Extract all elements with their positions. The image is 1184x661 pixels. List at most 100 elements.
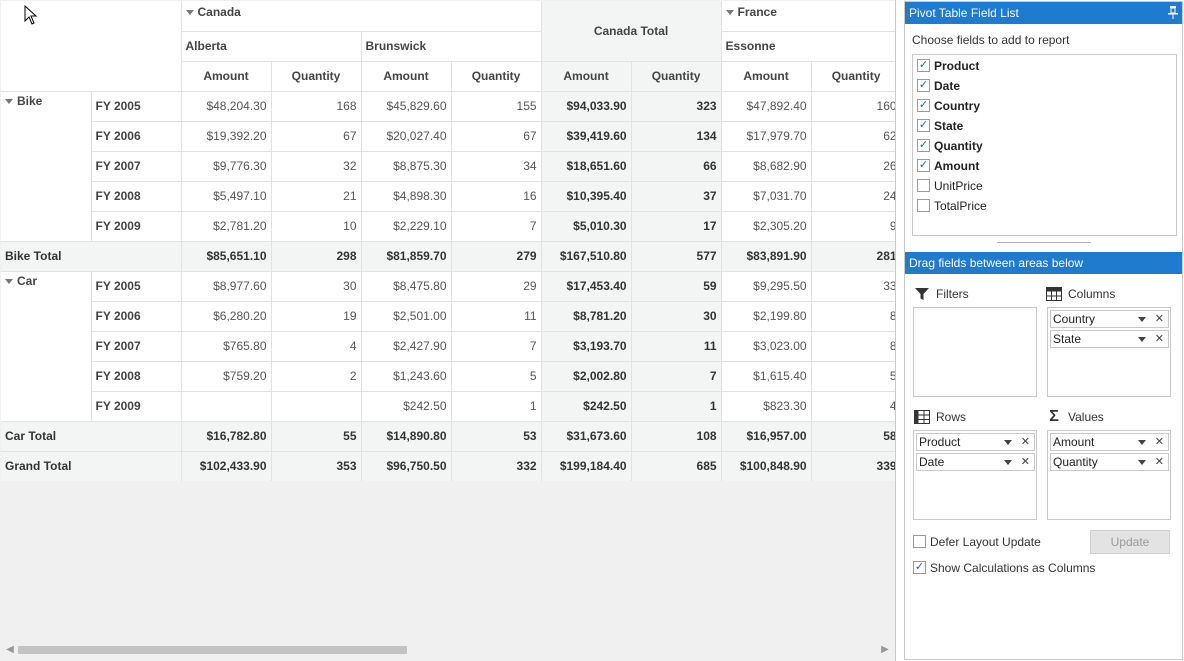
product-row-header[interactable]: Bike	[1, 91, 92, 242]
field-item[interactable]: UnitPrice	[917, 177, 983, 195]
update-button[interactable]: Update	[1090, 530, 1170, 554]
close-icon[interactable]: ✕	[1155, 331, 1164, 347]
value-cell: 37	[631, 181, 722, 212]
scroll-left-icon[interactable]: ◀	[4, 644, 16, 656]
product-row-header[interactable]: Car	[1, 271, 92, 422]
chip-label: Quantity	[1053, 455, 1098, 469]
collapse-triangle-icon[interactable]	[5, 278, 13, 284]
chevron-down-icon[interactable]	[1004, 440, 1012, 445]
defer-layout-checkbox[interactable]	[913, 535, 926, 549]
rows-icon	[914, 409, 930, 424]
value-cell: 66	[631, 151, 722, 182]
value-cell: 108	[631, 421, 722, 452]
scrollbar-thumb[interactable]	[18, 646, 407, 654]
total-row: Grand Total $102,433.90 353 $96,750.50 332 $1…	[1, 451, 895, 481]
field-checkbox[interactable]	[917, 179, 930, 193]
columns-field-chip[interactable]: Country ✕	[1050, 310, 1169, 328]
measure-header: Amount	[181, 61, 272, 92]
value-cell: $2,781.20	[181, 211, 272, 242]
collapse-triangle-icon[interactable]	[185, 10, 194, 16]
filters-drop-area[interactable]	[913, 307, 1037, 397]
field-checkbox[interactable]	[917, 199, 930, 213]
value-cell	[181, 391, 272, 422]
field-item[interactable]: ✓ Product	[917, 57, 979, 75]
value-cell: 30	[271, 271, 362, 302]
chip-label: State	[1053, 332, 1082, 346]
value-cell: 2	[271, 361, 362, 392]
field-item[interactable]: ✓ Date	[917, 77, 960, 95]
field-item[interactable]: ✓ State	[917, 117, 963, 135]
scroll-right-icon[interactable]: ▶	[879, 644, 891, 656]
state-header[interactable]: Essonne	[721, 31, 895, 62]
value-cell: 323	[631, 91, 722, 122]
field-checkbox[interactable]: ✓	[917, 99, 930, 113]
field-checkbox[interactable]: ✓	[917, 139, 930, 153]
value-cell: 11	[631, 331, 722, 362]
value-cell: 1	[631, 391, 722, 422]
value-cell: $48,204.30	[181, 91, 272, 122]
state-header[interactable]: Alberta	[181, 31, 362, 62]
value-cell: $1,615.40	[721, 361, 812, 392]
value-cell: 1	[451, 391, 542, 422]
value-cell: $81,859.70	[361, 241, 452, 272]
close-icon[interactable]: ✕	[1155, 454, 1164, 470]
value-cell: 10	[271, 211, 362, 242]
chevron-down-icon[interactable]	[1138, 337, 1146, 342]
chevron-down-icon[interactable]	[1138, 317, 1146, 322]
chip-label: Amount	[1053, 435, 1095, 449]
values-field-chip[interactable]: Amount ✕	[1050, 433, 1169, 451]
horizontal-scrollbar[interactable]: ◀ ▶	[1, 641, 895, 659]
panel-splitter[interactable]	[997, 242, 1091, 243]
chevron-down-icon[interactable]	[1138, 460, 1146, 465]
value-cell: 332	[451, 451, 542, 481]
value-cell: 33	[811, 271, 895, 302]
close-icon[interactable]: ✕	[1155, 311, 1164, 327]
value-cell: 21	[271, 181, 362, 212]
field-checkbox[interactable]: ✓	[917, 119, 930, 133]
field-item[interactable]: ✓ Quantity	[917, 137, 983, 155]
value-cell	[271, 391, 362, 422]
values-field-chip[interactable]: Quantity ✕	[1050, 453, 1169, 471]
value-cell: $2,305.20	[721, 211, 812, 242]
defer-layout-label: Defer Layout Update	[930, 535, 1041, 549]
columns-area-title: Columns	[1046, 286, 1115, 302]
value-cell: 16	[451, 181, 542, 212]
columns-drop-area[interactable]: Country ✕ State ✕	[1047, 307, 1171, 397]
rows-field-chip[interactable]: Product ✕	[916, 433, 1035, 451]
collapse-triangle-icon[interactable]	[5, 98, 13, 104]
close-icon[interactable]: ✕	[1021, 454, 1030, 470]
col-group-header[interactable]: France	[721, 1, 895, 32]
field-list-panel: Pivot Table Field List Choose fields to …	[904, 1, 1183, 660]
chevron-down-icon[interactable]	[1004, 460, 1012, 465]
field-checkbox[interactable]: ✓	[917, 159, 930, 173]
value-cell: 58	[811, 421, 895, 452]
show-calculations-checkbox[interactable]: ✓	[913, 561, 926, 575]
collapse-triangle-icon[interactable]	[725, 10, 734, 16]
close-icon[interactable]: ✕	[1021, 434, 1030, 450]
rows-area-title: Rows	[914, 409, 966, 425]
value-cell: $83,891.90	[721, 241, 812, 272]
field-item[interactable]: TotalPrice	[917, 197, 987, 215]
value-cell: $2,002.80	[541, 361, 632, 392]
year-row-header: FY 2007	[91, 331, 182, 362]
close-icon[interactable]: ✕	[1155, 434, 1164, 450]
field-checkbox[interactable]: ✓	[917, 59, 930, 73]
field-item[interactable]: ✓ Amount	[917, 157, 979, 175]
field-checkbox[interactable]: ✓	[917, 79, 930, 93]
defer-layout-option[interactable]: Defer Layout Update	[913, 534, 1041, 550]
field-label: Country	[934, 99, 980, 113]
value-cell: 298	[271, 241, 362, 272]
columns-field-chip[interactable]: State ✕	[1050, 330, 1169, 348]
field-item[interactable]: ✓ Country	[917, 97, 980, 115]
value-cell: 685	[631, 451, 722, 481]
col-group-header[interactable]: Canada	[181, 1, 542, 32]
show-calculations-option[interactable]: ✓ Show Calculations as Columns	[913, 560, 1095, 576]
values-drop-area[interactable]: Amount ✕ Quantity ✕	[1047, 430, 1171, 520]
value-cell: $242.50	[361, 391, 452, 422]
rows-drop-area[interactable]: Product ✕ Date ✕	[913, 430, 1037, 520]
chevron-down-icon[interactable]	[1138, 440, 1146, 445]
rows-field-chip[interactable]: Date ✕	[916, 453, 1035, 471]
pin-icon[interactable]	[1168, 6, 1178, 19]
state-header[interactable]: Brunswick	[361, 31, 542, 62]
table-row: FY 2006 $6,280.20 19 $2,501.00 11 $8,781.20 30…	[1, 301, 895, 332]
